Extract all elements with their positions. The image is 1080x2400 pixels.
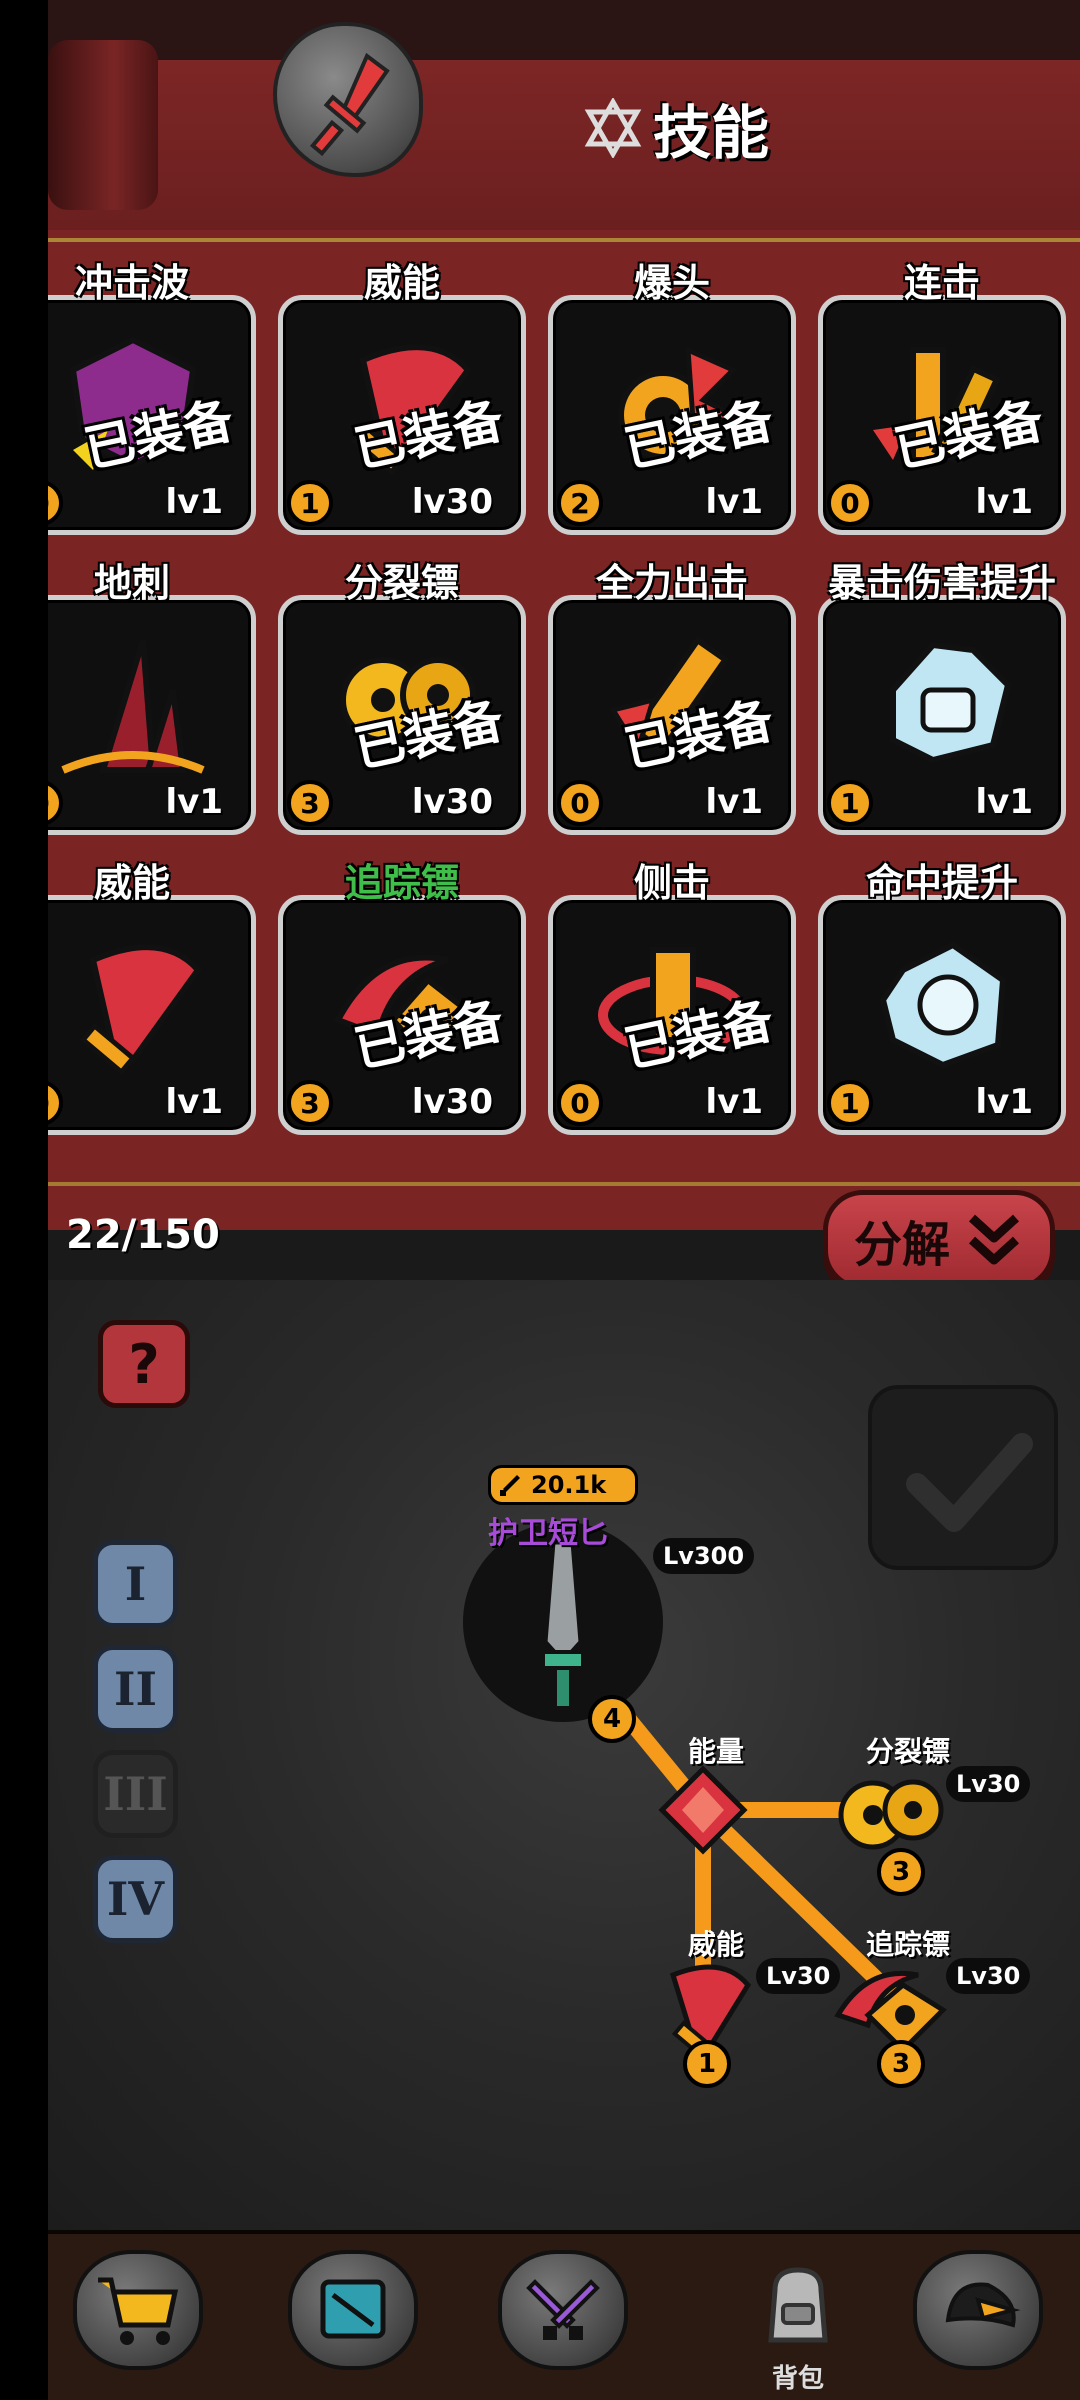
map-icon bbox=[320, 2279, 386, 2339]
skill-card[interactable]: 全力出击 已装备 0 lv1 bbox=[548, 561, 796, 835]
skill-level: lv1 bbox=[165, 482, 223, 522]
accuracy-crystal-icon bbox=[879, 941, 1007, 1069]
divider bbox=[48, 238, 1080, 242]
skill-count-coin: 1 bbox=[827, 1080, 873, 1126]
skill-name: 全力出击 bbox=[595, 561, 748, 605]
divider bbox=[48, 1182, 1080, 1186]
decompose-label: 分解 bbox=[853, 1217, 950, 1273]
skill-card[interactable]: 爆头 已装备 2 lv1 bbox=[548, 261, 796, 535]
crit-fist-icon bbox=[890, 641, 1012, 764]
skill-level: lv1 bbox=[975, 782, 1033, 822]
skill-level: lv1 bbox=[165, 782, 223, 822]
skill-count-coin: 3 bbox=[287, 1080, 333, 1126]
skill-name: 连击 bbox=[903, 261, 980, 305]
skill-level: lv30 bbox=[411, 782, 493, 822]
skill-name: 威能 bbox=[363, 261, 440, 305]
skill-level: lv30 bbox=[411, 1082, 493, 1122]
game-screen: 技能 冲击波已装备0lv1威能已装备1lv30爆头已装备2lv1连击已装备0lv… bbox=[48, 0, 1080, 2400]
weapon-slot[interactable] bbox=[463, 1522, 663, 1722]
split-dart-level: Lv30 bbox=[946, 1766, 1031, 1802]
nav-character-button[interactable] bbox=[913, 2250, 1043, 2370]
weapon-coin: 4 bbox=[588, 1695, 636, 1743]
power-coin: 1 bbox=[683, 2040, 731, 2088]
skill-card[interactable]: 冲击波已装备0lv1 bbox=[48, 261, 256, 535]
page-title: 技能 bbox=[583, 88, 769, 168]
skill-card[interactable]: 暴击伤害提升 1 lv1 bbox=[818, 561, 1066, 835]
skill-count-coin: 1 bbox=[827, 780, 873, 826]
flaming-sword-icon bbox=[79, 944, 202, 1076]
energy-node-label: 能量 bbox=[688, 1735, 745, 1768]
skill-name: 命中提升 bbox=[865, 861, 1018, 905]
skill-count-coin: 1 bbox=[287, 480, 333, 526]
backpack-icon bbox=[768, 2267, 828, 2343]
inventory-count: 22/150 bbox=[66, 1212, 220, 1258]
skill-level: lv1 bbox=[975, 482, 1033, 522]
skill-name: 冲击波 bbox=[74, 261, 189, 305]
skill-level: lv1 bbox=[975, 1082, 1033, 1122]
tracking-dart-level: Lv30 bbox=[946, 1958, 1031, 1994]
scroll-decoration bbox=[48, 40, 158, 210]
double-chevron-down-icon bbox=[968, 1214, 1020, 1265]
sword-power-icon bbox=[500, 1475, 520, 1496]
skill-level: lv1 bbox=[705, 482, 763, 522]
sword-icon bbox=[309, 52, 390, 157]
skill-level: lv1 bbox=[705, 782, 763, 822]
skill-count-coin: 0 bbox=[48, 480, 63, 526]
nav-map-button[interactable] bbox=[288, 2250, 418, 2370]
weapon-name: 护卫短匕 bbox=[488, 1516, 608, 1551]
skill-card[interactable]: 侧击 已装备 0 lv1 bbox=[548, 861, 796, 1135]
crossed-swords-icon bbox=[526, 2279, 600, 2340]
skill-name: 追踪镖 bbox=[344, 861, 459, 905]
power-value: 20.1k bbox=[531, 1471, 607, 1499]
skill-name: 地刺 bbox=[93, 561, 170, 605]
skill-name: 分裂镖 bbox=[344, 561, 459, 605]
skill-count-coin: 0 bbox=[827, 480, 873, 526]
header-banner: 技能 bbox=[48, 0, 1080, 230]
dagger-icon bbox=[541, 1539, 585, 1710]
weapon-level: Lv300 bbox=[653, 1538, 755, 1574]
skill-card[interactable]: 追踪镖 已装备 3 lv30 bbox=[278, 861, 526, 1135]
skill-level: lv1 bbox=[165, 1082, 223, 1122]
skill-name: 威能 bbox=[93, 861, 170, 905]
plague-mask-icon bbox=[945, 2282, 1021, 2328]
skill-card[interactable]: 威能 0 lv1 bbox=[48, 861, 256, 1135]
nav-bag-button[interactable]: 背包 bbox=[738, 2260, 858, 2400]
skill-level: lv1 bbox=[705, 1082, 763, 1122]
skill-count-coin: 3 bbox=[287, 780, 333, 826]
shopping-cart-icon bbox=[98, 2277, 179, 2345]
skill-card[interactable]: 分裂镖 已装备 3 lv30 bbox=[278, 561, 526, 835]
skill-card[interactable]: 威能 已装备 1 lv30 bbox=[278, 261, 526, 535]
hexagram-icon bbox=[584, 98, 642, 158]
nav-weapons-button[interactable] bbox=[498, 2250, 628, 2370]
skill-count-coin: 0 bbox=[557, 780, 603, 826]
skill-card[interactable]: 连击 已装备 0 lv1 bbox=[818, 261, 1066, 535]
tracking-dart-coin: 3 bbox=[877, 2040, 925, 2088]
skill-count-coin: 0 bbox=[48, 1080, 63, 1126]
energy-gem-icon[interactable] bbox=[658, 1765, 748, 1855]
nav-bag-label: 背包 bbox=[771, 2364, 824, 2394]
split-dart-coin: 3 bbox=[877, 1848, 925, 1896]
skill-count-coin: 0 bbox=[48, 780, 63, 826]
skill-card[interactable]: 命中提升 1 lv1 bbox=[818, 861, 1066, 1135]
nav-shop-button[interactable] bbox=[73, 2250, 203, 2370]
power-badge: 20.1k bbox=[488, 1465, 638, 1505]
split-dart-node-label: 分裂镖 bbox=[866, 1735, 951, 1768]
skill-card[interactable]: 地刺 0 lv1 bbox=[48, 561, 256, 835]
skill-level: lv30 bbox=[411, 482, 493, 522]
decompose-button[interactable]: 分解 bbox=[823, 1190, 1055, 1290]
skill-name: 暴击伤害提升 bbox=[827, 561, 1056, 605]
weapon-tab-button[interactable] bbox=[273, 22, 423, 177]
skill-name: 侧击 bbox=[633, 861, 710, 905]
skill-count-coin: 2 bbox=[557, 480, 603, 526]
skill-name: 爆头 bbox=[633, 261, 710, 305]
page-title-text: 技能 bbox=[653, 99, 770, 167]
ground-spike-icon bbox=[61, 639, 205, 774]
skill-count-coin: 0 bbox=[557, 1080, 603, 1126]
